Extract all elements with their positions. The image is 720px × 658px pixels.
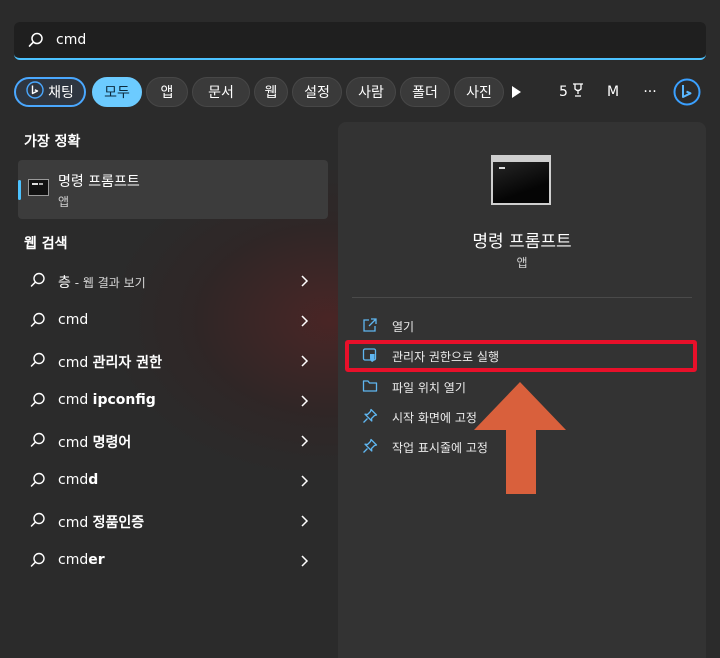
web-result-text: cmd [58, 355, 93, 371]
web-result-bold: 관리자 권한 [92, 355, 162, 371]
best-match-type: 앱 [58, 195, 70, 209]
command-prompt-icon [28, 179, 49, 196]
rewards-icon [571, 83, 585, 101]
play-icon[interactable] [506, 77, 526, 107]
web-result-text: cmd [58, 472, 89, 488]
filter-folders[interactable]: 폴더 [400, 77, 450, 107]
chat-chip[interactable]: 채팅 [14, 77, 86, 107]
web-result-4[interactable]: cmd 명령어 [18, 421, 328, 461]
best-match-card[interactable]: 명령 프롬프트 앱 [18, 160, 328, 219]
web-result-text: cmd [58, 312, 89, 328]
web-result-bold: ipconfig [92, 392, 156, 408]
web-result-text: 층 [58, 275, 71, 291]
chevron-right-icon [300, 353, 314, 369]
chevron-right-icon [300, 473, 314, 489]
search-icon [30, 272, 48, 290]
filter-documents[interactable]: 문서 [192, 77, 250, 107]
highlight-box [345, 340, 697, 372]
search-icon [30, 352, 48, 370]
action-label: 파일 위치 열기 [392, 381, 466, 395]
web-result-1[interactable]: cmd [18, 301, 328, 341]
chevron-right-icon [300, 553, 314, 569]
rewards-points-value: 5 [559, 84, 568, 100]
filter-photos[interactable]: 사진 [454, 77, 504, 107]
web-result-0[interactable]: 층 - 웹 결과 보기 [18, 261, 328, 301]
pin-icon [362, 408, 378, 424]
pin-icon [362, 438, 378, 454]
rewards-points[interactable]: 5 [554, 77, 590, 107]
bing-icon [26, 81, 44, 103]
command-prompt-large-icon [491, 155, 551, 205]
search-icon [30, 432, 48, 450]
search-icon [30, 312, 48, 330]
web-result-text: cmd [58, 392, 93, 408]
web-result-6[interactable]: cmd 정품인증 [18, 501, 328, 541]
filter-web[interactable]: 웹 [254, 77, 288, 107]
web-result-text: cmd [58, 515, 93, 531]
action-label: 시작 화면에 고정 [392, 411, 477, 425]
folder-icon [362, 378, 378, 394]
bing-chat-button[interactable] [672, 77, 702, 107]
account-avatar[interactable]: M [601, 77, 625, 107]
more-options-button[interactable]: ··· [638, 77, 662, 107]
web-result-7[interactable]: cmder [18, 541, 328, 581]
web-result-bold: 정품인증 [92, 515, 145, 531]
action-label: 열기 [392, 320, 415, 334]
detail-title: 명령 프롬프트 [472, 232, 572, 252]
detail-subtitle: 앱 [516, 256, 528, 270]
up-arrow-annotation [470, 380, 570, 496]
web-result-text: cmd [58, 435, 93, 451]
filter-all[interactable]: 모두 [92, 77, 142, 107]
web-result-2[interactable]: cmd 관리자 권한 [18, 341, 328, 381]
web-result-3[interactable]: cmd ipconfig [18, 381, 328, 421]
chevron-right-icon [300, 313, 314, 329]
open-external-icon [362, 317, 378, 333]
best-match-name: 명령 프롬프트 [58, 174, 140, 190]
best-match-heading: 가장 정확 [24, 134, 81, 150]
search-icon [30, 552, 48, 570]
filter-settings[interactable]: 설정 [292, 77, 342, 107]
chevron-right-icon [300, 513, 314, 529]
search-bar[interactable] [14, 22, 706, 60]
web-result-5[interactable]: cmdd [18, 461, 328, 501]
action-open[interactable]: 열기 [356, 312, 686, 340]
web-result-bold: er [88, 552, 105, 568]
search-icon [30, 472, 48, 490]
divider [352, 297, 692, 298]
chevron-right-icon [300, 433, 314, 449]
filter-people[interactable]: 사람 [346, 77, 396, 107]
web-result-bold: d [88, 472, 99, 488]
chevron-right-icon [300, 393, 314, 409]
search-icon [30, 392, 48, 410]
web-result-text: cmd [58, 552, 89, 568]
web-result-bold: 명령어 [92, 435, 132, 451]
filter-apps[interactable]: 앱 [146, 77, 188, 107]
search-input[interactable] [54, 31, 658, 49]
search-icon [30, 512, 48, 530]
chevron-right-icon [300, 273, 314, 289]
selection-indicator [18, 180, 21, 200]
search-icon [28, 31, 46, 49]
web-result-suffix: - 웹 결과 보기 [70, 276, 146, 290]
web-search-heading: 웹 검색 [24, 236, 68, 252]
chat-chip-label: 채팅 [48, 85, 74, 101]
